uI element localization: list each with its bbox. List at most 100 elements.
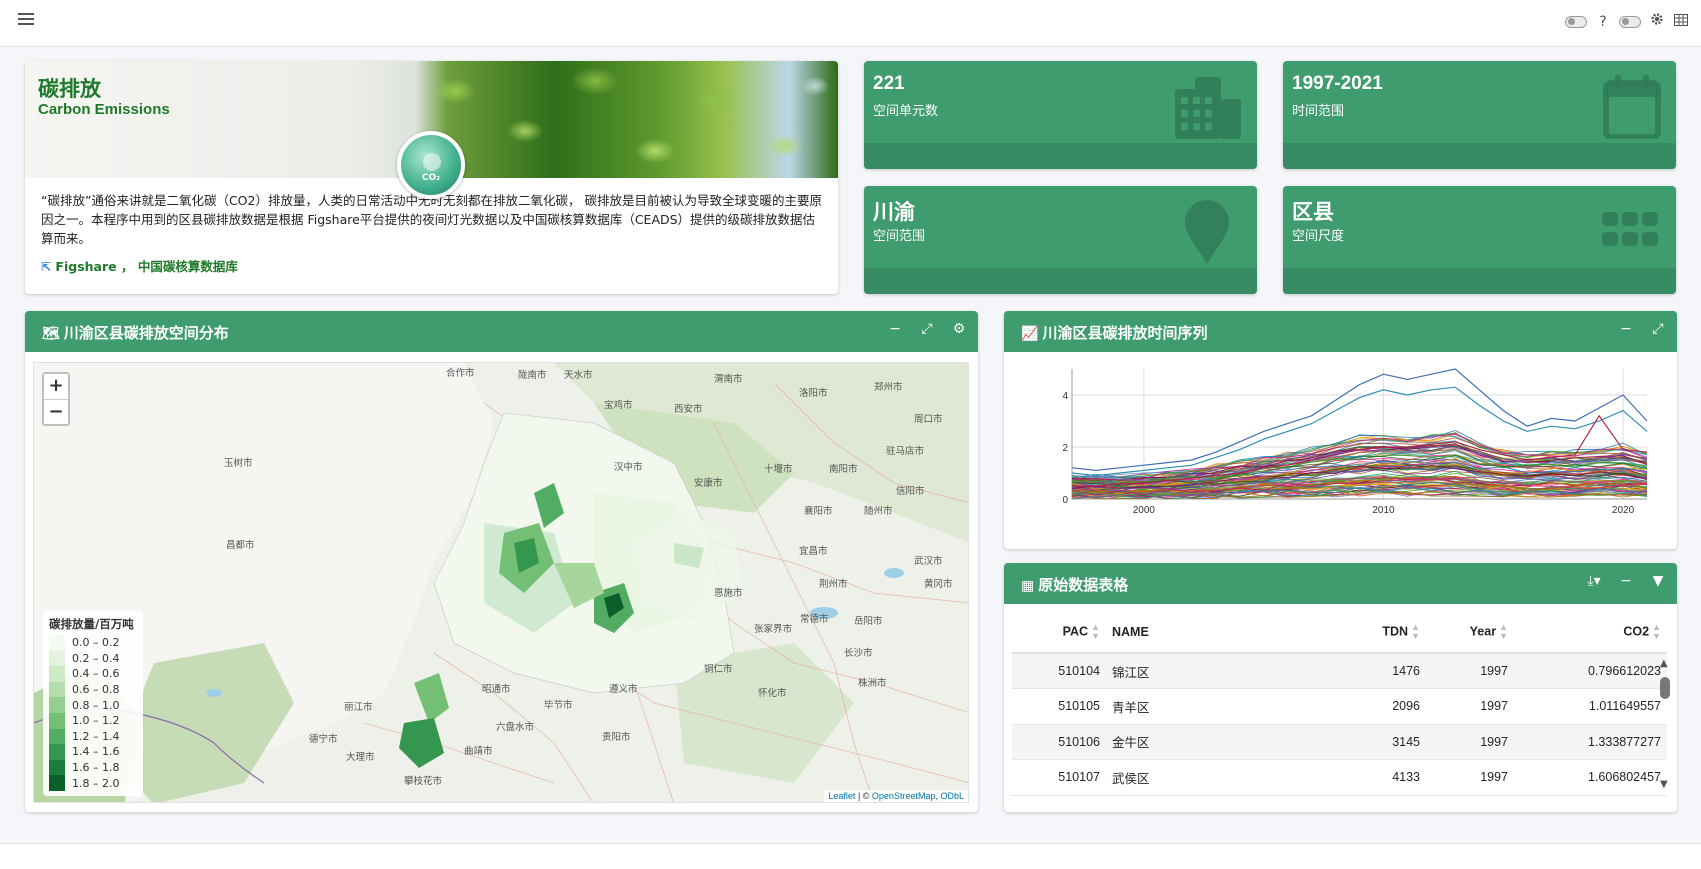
table-panel: ▦ 原始数据表格 ⤓▾ − ▼ PAC ▲ ▼ NAME TDN ▲ ▼ Year ▲ ▼ C… bbox=[1004, 563, 1677, 812]
info-box-value: 221 bbox=[873, 73, 905, 94]
info-box-region: 川渝 空间范围 bbox=[864, 186, 1257, 294]
leaflet-link[interactable]: Leaflet bbox=[828, 791, 855, 801]
timeseries-panel-title-text: 川渝区县碳排放时间序列 bbox=[1042, 324, 1208, 342]
data-table: PAC ▲ ▼ NAME TDN ▲ ▼ Year ▲ ▼ CO2 ▲ ▼ 510104 锦江区… bbox=[1012, 611, 1667, 796]
line-chart-icon: 📈 bbox=[1021, 326, 1039, 342]
table-row[interactable]: 510105 青羊区 2096 1997 1.011649557 bbox=[1012, 688, 1667, 725]
table-row[interactable]: 510107 武侯区 4133 1997 1.606802457 bbox=[1012, 759, 1667, 796]
place-label: 信阳市 bbox=[896, 486, 925, 497]
legend-item: 0.0 – 0.2 bbox=[49, 635, 137, 651]
cell-co2: 0.796612023 bbox=[1514, 653, 1667, 689]
column-header-pac[interactable]: PAC ▲ ▼ bbox=[1012, 611, 1106, 654]
th-grid-icon bbox=[1602, 212, 1658, 246]
place-label: 张家界市 bbox=[754, 624, 793, 635]
series-line bbox=[1071, 368, 1648, 472]
timeseries-chart[interactable]: 0 2 4 2000 2010 2020 bbox=[1012, 361, 1652, 521]
theme-toggle[interactable] bbox=[1619, 15, 1641, 28]
place-label: 德宁市 bbox=[309, 734, 338, 745]
filter-icon[interactable]: ▼ bbox=[1651, 573, 1665, 589]
legend-label: 1.2 – 1.4 bbox=[72, 729, 120, 743]
column-header-tdn[interactable]: TDN ▲ ▼ bbox=[1336, 611, 1426, 654]
help-label[interactable]: ? bbox=[1595, 13, 1611, 31]
place-label: 安康市 bbox=[694, 478, 723, 489]
cell-tdn: 1476 bbox=[1336, 653, 1426, 689]
column-header-year[interactable]: Year ▲ ▼ bbox=[1426, 611, 1514, 654]
timeseries-panel: 📈 川渝区县碳排放时间序列 − ⤢ 0 2 4 2000 2010 2020 bbox=[1004, 311, 1677, 549]
collapse-button[interactable]: − bbox=[1619, 321, 1633, 337]
info-box-label: 空间单元数 bbox=[873, 104, 939, 119]
attribution-separator: | © bbox=[855, 791, 872, 801]
collapse-button[interactable]: − bbox=[1619, 573, 1633, 589]
cell-tdn: 3145 bbox=[1336, 724, 1426, 760]
place-label: 天水市 bbox=[564, 370, 593, 381]
legend-swatch bbox=[49, 744, 65, 760]
help-toggle[interactable] bbox=[1565, 15, 1587, 28]
table-row[interactable]: 510106 金牛区 3145 1997 1.333877277 bbox=[1012, 724, 1667, 760]
place-label: 宝鸡市 bbox=[604, 400, 633, 411]
legend-label: 0.4 – 0.6 bbox=[72, 667, 120, 681]
map-canvas[interactable]: 合作市 陇南市 天水市 宝鸡市 西安市 渭南市 洛阳市 郑州市 周口市 汉中市 … bbox=[33, 362, 969, 803]
download-icon[interactable]: ⤓▾ bbox=[1587, 573, 1601, 589]
column-header-co2[interactable]: CO2 ▲ ▼ bbox=[1514, 611, 1667, 654]
ceads-link[interactable]: 中国碳核算数据库 bbox=[138, 259, 238, 274]
info-box-value: 1997-2021 bbox=[1292, 73, 1383, 94]
grid-icon[interactable] bbox=[1673, 13, 1689, 31]
sort-icon[interactable]: ▲ ▼ bbox=[1499, 622, 1508, 641]
osm-link[interactable]: OpenStreetMap bbox=[872, 791, 936, 801]
zoom-in-button[interactable]: + bbox=[44, 374, 68, 399]
sort-icon[interactable]: ▲ ▼ bbox=[1652, 622, 1661, 641]
legend-swatch bbox=[49, 759, 65, 776]
legend-label: 0.6 – 0.8 bbox=[72, 683, 120, 697]
gears-icon[interactable]: ⚙ bbox=[952, 321, 966, 337]
table-scrollbar[interactable]: ▲ ▼ bbox=[1659, 658, 1671, 790]
place-label: 岳阳市 bbox=[854, 616, 883, 627]
odbl-link[interactable]: ODbL bbox=[940, 791, 964, 801]
timeseries-panel-title: 📈 川渝区县碳排放时间序列 bbox=[1021, 322, 1207, 343]
zoom-out-button[interactable]: − bbox=[44, 399, 68, 424]
legend-label: 0.2 – 0.4 bbox=[72, 651, 120, 665]
map-panel-title-text: 川渝区县碳排放空间分布 bbox=[63, 324, 229, 342]
legend-item: 1.8 – 2.0 bbox=[49, 775, 137, 791]
place-label: 襄阳市 bbox=[804, 506, 833, 517]
cell-year: 1997 bbox=[1426, 653, 1514, 689]
map-marker-icon bbox=[1185, 200, 1229, 264]
place-label: 郑州市 bbox=[874, 382, 903, 393]
timeseries-panel-tools: − ⤢ bbox=[1619, 321, 1665, 337]
legend-title: 碳排放量/百万吨 bbox=[49, 617, 134, 631]
cell-year: 1997 bbox=[1426, 688, 1514, 725]
collapse-button[interactable]: − bbox=[888, 321, 902, 337]
place-label: 渭南市 bbox=[714, 374, 743, 385]
sort-icon[interactable]: ▲ ▼ bbox=[1091, 622, 1100, 641]
figshare-link[interactable]: Figshare bbox=[55, 259, 116, 274]
scroll-thumb[interactable] bbox=[1660, 677, 1670, 699]
intro-links: ⇱ Figshare ， 中国碳核算数据库 bbox=[25, 248, 838, 283]
gear-icon[interactable] bbox=[1649, 12, 1665, 31]
cell-pac: 510106 bbox=[1012, 724, 1106, 760]
cell-co2: 1.606802457 bbox=[1514, 759, 1667, 796]
expand-icon[interactable]: ⤢ bbox=[1651, 321, 1665, 337]
map-panel-tools: − ⤢ ⚙ bbox=[888, 321, 966, 337]
legend-label: 1.4 – 1.6 bbox=[72, 745, 120, 759]
zoom-control: + − bbox=[42, 372, 70, 426]
scroll-up-arrow[interactable]: ▲ bbox=[1660, 658, 1668, 669]
table-icon: ▦ bbox=[1021, 578, 1035, 594]
sort-icon[interactable]: ▲ ▼ bbox=[1411, 622, 1420, 641]
hamburger-icon[interactable] bbox=[18, 13, 34, 27]
y-tick-label: 4 bbox=[1062, 391, 1068, 402]
info-box-value: 区县 bbox=[1292, 201, 1334, 224]
place-label: 攀枝花市 bbox=[404, 776, 443, 787]
x-tick-label: 2000 bbox=[1133, 505, 1156, 516]
table-row[interactable]: 510104 锦江区 1476 1997 0.796612023 bbox=[1012, 653, 1667, 689]
place-label: 昭通市 bbox=[482, 684, 511, 695]
scroll-down-arrow[interactable]: ▼ bbox=[1660, 779, 1668, 790]
expand-icon[interactable]: ⤢ bbox=[920, 321, 934, 337]
y-tick-label: 0 bbox=[1062, 495, 1068, 506]
column-header-name[interactable]: NAME bbox=[1106, 611, 1336, 654]
cell-year: 1997 bbox=[1426, 724, 1514, 760]
legend-item: 1.0 – 1.2 bbox=[49, 712, 137, 729]
timeseries-svg: 0 2 4 2000 2010 2020 bbox=[1062, 368, 1648, 516]
info-box-value: 川渝 bbox=[873, 201, 915, 224]
cell-name: 武侯区 bbox=[1106, 759, 1336, 796]
place-label: 铜仁市 bbox=[704, 664, 733, 675]
legend-label: 0.0 – 0.2 bbox=[72, 636, 120, 650]
